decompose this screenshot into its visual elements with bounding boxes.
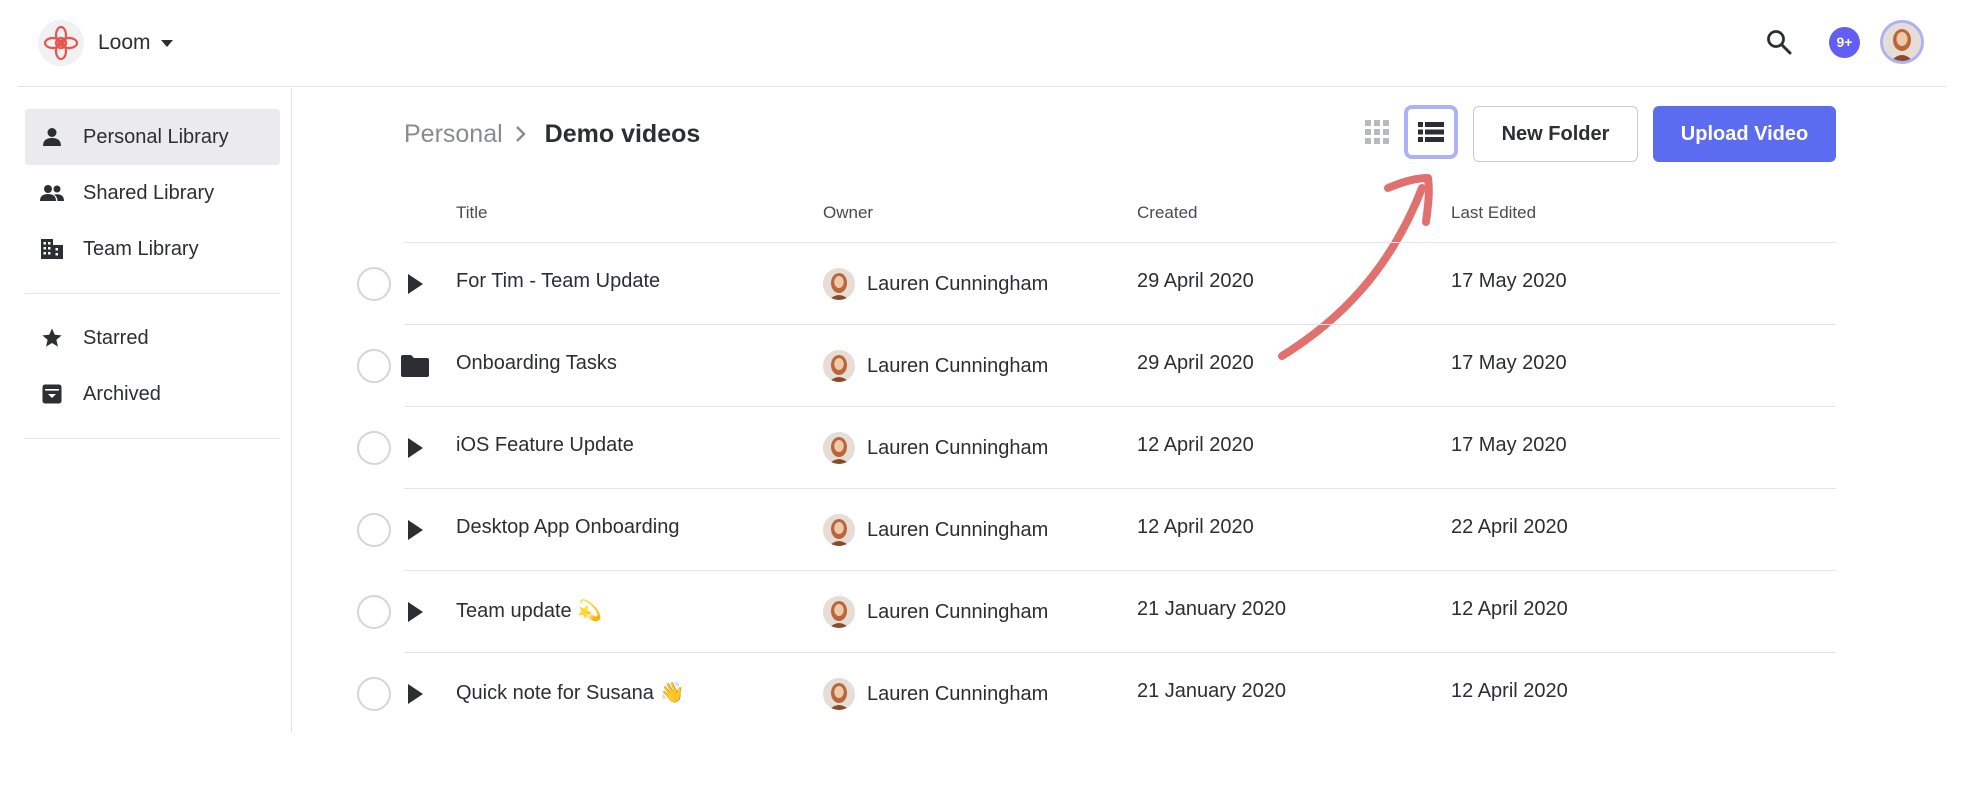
avatar [823, 350, 855, 382]
avatar [823, 432, 855, 464]
row-created-date: 12 April 2020 [1137, 516, 1254, 538]
row-title[interactable]: Onboarding Tasks [456, 352, 617, 375]
sidebar-libraries: Personal Library Shared Library Team Lib… [0, 88, 291, 277]
star-icon [39, 325, 65, 351]
row-created-date: 29 April 2020 [1137, 270, 1254, 292]
page-title: Demo videos [544, 119, 701, 148]
row-title[interactable]: iOS Feature Update [456, 434, 634, 457]
people-icon [39, 180, 65, 206]
row-select-checkbox[interactable] [357, 349, 391, 383]
row-created-date: 21 January 2020 [1137, 598, 1287, 620]
avatar [823, 514, 855, 546]
search-icon[interactable] [1763, 26, 1795, 58]
table-row[interactable]: iOS Feature Update Lauren Cunningham 12 … [350, 407, 1836, 489]
table-row[interactable]: Quick note for Susana 👋 Lauren Cunningha… [350, 653, 1836, 735]
avatar [823, 596, 855, 628]
owner-name: Lauren Cunningham [867, 600, 1049, 623]
upload-video-button[interactable]: Upload Video [1653, 106, 1836, 162]
row-select-checkbox[interactable] [357, 677, 391, 711]
play-icon [400, 433, 430, 463]
sidebar-item-label: Shared Library [83, 181, 215, 204]
list-view-icon[interactable] [1404, 105, 1458, 159]
caret-down-icon [160, 39, 173, 47]
new-folder-button[interactable]: New Folder [1473, 106, 1638, 162]
row-edited-date: 12 April 2020 [1451, 598, 1568, 620]
chevron-right-icon [515, 125, 527, 143]
play-icon [400, 515, 430, 545]
person-icon [39, 124, 65, 150]
row-owner: Lauren Cunningham [823, 350, 1048, 382]
sidebar-divider [25, 438, 280, 439]
column-header-last-edited[interactable]: Last Edited [1451, 203, 1536, 223]
user-avatar[interactable] [1880, 20, 1924, 64]
sidebar-item-label: Starred [83, 326, 149, 349]
sidebar-collections: Starred Archived [0, 310, 291, 422]
row-created-date: 21 January 2020 [1137, 680, 1287, 702]
sidebar-item-archived[interactable]: Archived [25, 366, 280, 422]
view-toggle [1360, 105, 1458, 159]
column-header-title[interactable]: Title [456, 203, 488, 223]
row-owner: Lauren Cunningham [823, 596, 1048, 628]
owner-name: Lauren Cunningham [867, 682, 1049, 705]
workspace-name: Loom [98, 31, 151, 54]
sidebar-item-shared-library[interactable]: Shared Library [25, 165, 280, 221]
table-row[interactable]: Team update 💫 Lauren Cunningham 21 Janua… [350, 571, 1836, 653]
sidebar-item-label: Archived [83, 382, 161, 405]
column-header-created[interactable]: Created [1137, 203, 1197, 223]
row-select-checkbox[interactable] [357, 513, 391, 547]
folder-icon [400, 351, 430, 381]
owner-name: Lauren Cunningham [867, 354, 1049, 377]
top-bar: Loom 9+ [18, 0, 1946, 87]
sidebar: Personal Library Shared Library Team Lib… [0, 88, 292, 733]
row-edited-date: 17 May 2020 [1451, 270, 1567, 292]
workspace-switcher[interactable]: Loom [38, 20, 173, 66]
building-icon [39, 236, 65, 262]
sidebar-item-label: Personal Library [83, 125, 229, 148]
sidebar-divider [25, 293, 280, 294]
row-edited-date: 17 May 2020 [1451, 434, 1567, 456]
column-header-owner[interactable]: Owner [823, 203, 873, 223]
sidebar-item-personal-library[interactable]: Personal Library [25, 109, 280, 165]
sidebar-item-label: Team Library [83, 237, 199, 260]
play-icon [400, 269, 430, 299]
table-header: Title Owner Created Last Edited [404, 198, 1836, 243]
row-edited-date: 22 April 2020 [1451, 516, 1568, 538]
sidebar-item-team-library[interactable]: Team Library [25, 221, 280, 277]
row-title[interactable]: Desktop App Onboarding [456, 516, 680, 539]
video-list: For Tim - Team Update Lauren Cunningham … [350, 243, 1836, 735]
play-icon [400, 679, 430, 709]
grid-view-icon[interactable] [1360, 115, 1394, 149]
avatar [823, 268, 855, 300]
owner-name: Lauren Cunningham [867, 518, 1049, 541]
table-row[interactable]: For Tim - Team Update Lauren Cunningham … [350, 243, 1836, 325]
notification-badge[interactable]: 9+ [1829, 26, 1860, 58]
table-row[interactable]: Desktop App Onboarding Lauren Cunningham… [350, 489, 1836, 571]
row-title[interactable]: Quick note for Susana 👋 [456, 680, 684, 705]
row-owner: Lauren Cunningham [823, 514, 1048, 546]
row-owner: Lauren Cunningham [823, 268, 1048, 300]
avatar [823, 678, 855, 710]
archive-icon [39, 381, 65, 407]
row-edited-date: 12 April 2020 [1451, 680, 1568, 702]
row-select-checkbox[interactable] [357, 431, 391, 465]
row-title[interactable]: Team update 💫 [456, 598, 602, 623]
row-select-checkbox[interactable] [357, 595, 391, 629]
row-select-checkbox[interactable] [357, 267, 391, 301]
table-row[interactable]: Onboarding Tasks Lauren Cunningham 29 Ap… [350, 325, 1836, 407]
row-title[interactable]: For Tim - Team Update [456, 270, 660, 293]
row-owner: Lauren Cunningham [823, 678, 1048, 710]
owner-name: Lauren Cunningham [867, 436, 1049, 459]
owner-name: Lauren Cunningham [867, 272, 1049, 295]
row-created-date: 12 April 2020 [1137, 434, 1254, 456]
sidebar-item-starred[interactable]: Starred [25, 310, 280, 366]
row-owner: Lauren Cunningham [823, 432, 1048, 464]
loom-logo-icon [38, 20, 84, 66]
breadcrumb: Personal Demo videos [404, 116, 700, 152]
breadcrumb-parent-link[interactable]: Personal [404, 120, 503, 149]
play-icon [400, 597, 430, 627]
row-edited-date: 17 May 2020 [1451, 352, 1567, 374]
row-created-date: 29 April 2020 [1137, 352, 1254, 374]
